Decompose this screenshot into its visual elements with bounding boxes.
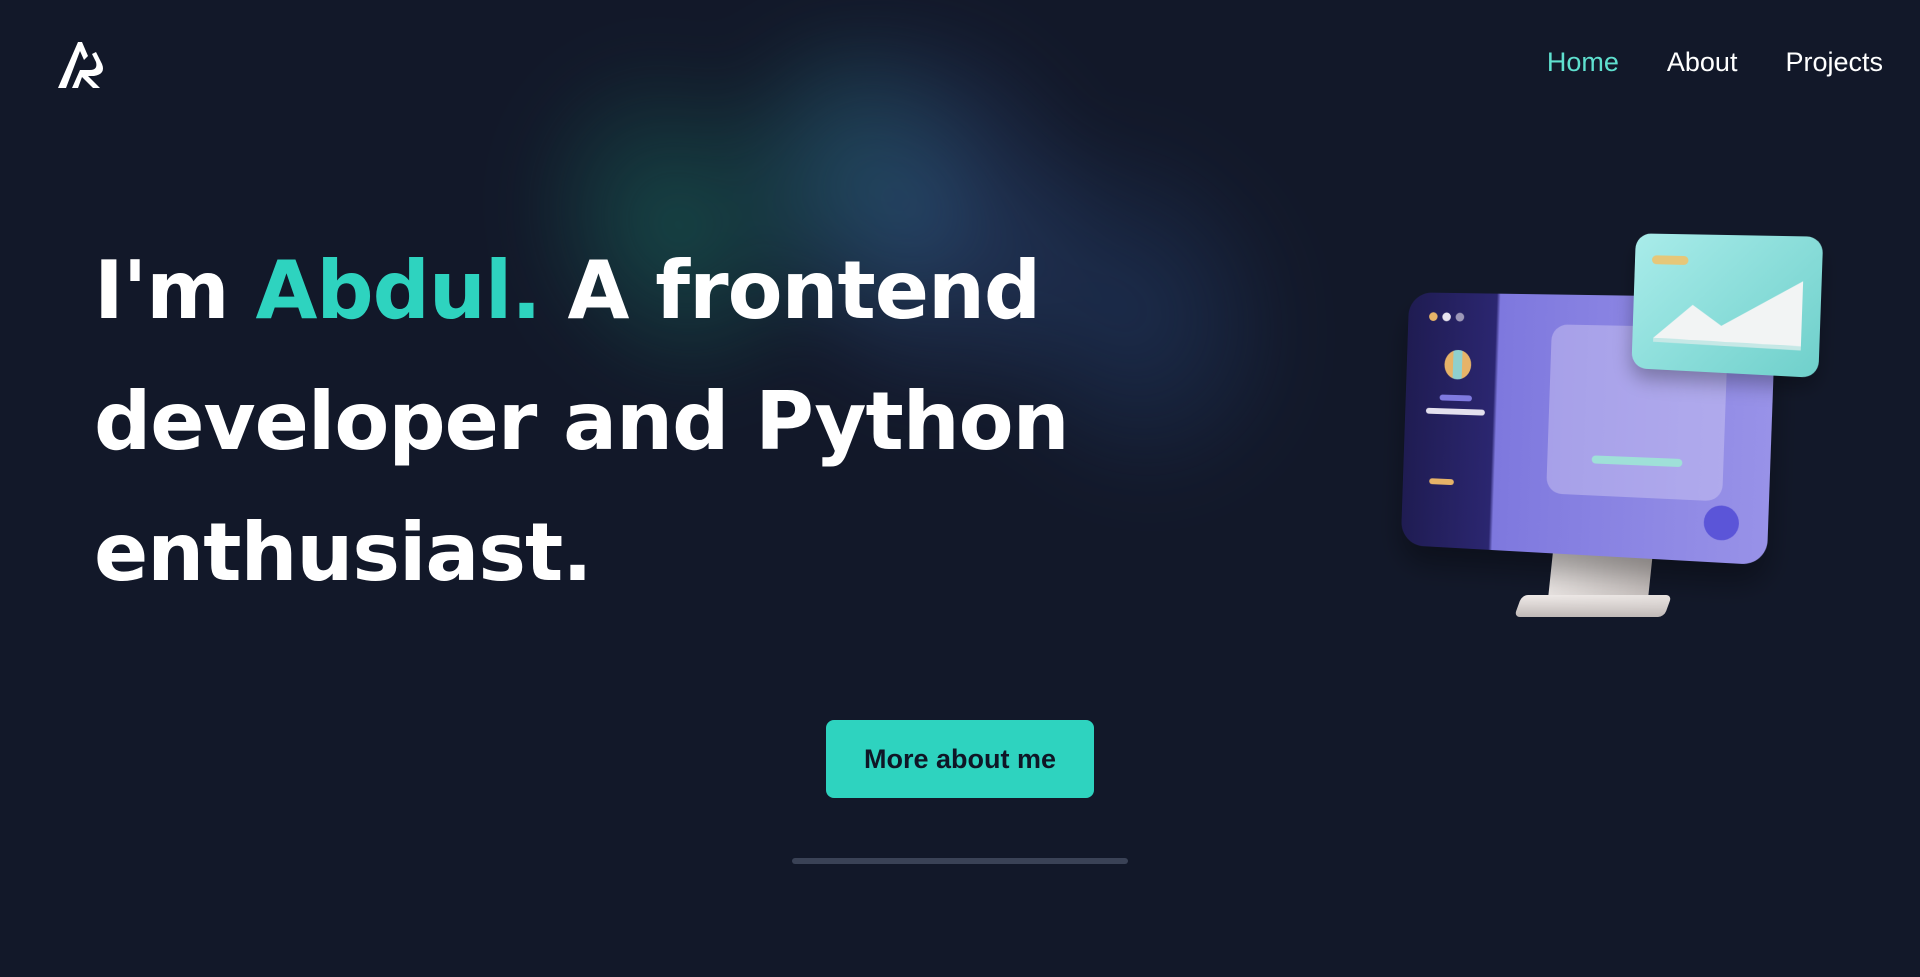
mountain-icon: [1653, 276, 1804, 351]
sidebar-bar: [1425, 407, 1485, 416]
hero-name: Abdul.: [255, 244, 541, 337]
image-card-bar: [1651, 255, 1689, 266]
monitor-stand-base: [1513, 595, 1673, 617]
sidebar-bar: [1439, 394, 1473, 402]
nav-link-about[interactable]: About: [1667, 47, 1738, 78]
monitor-illustration: [1390, 225, 1830, 635]
hero-title: I'm Abdul. A frontend developer and Pyth…: [94, 225, 1094, 618]
card-bar: [1591, 455, 1683, 468]
navbar: Home About Projects: [0, 0, 1920, 130]
hero-line-rest: A frontend: [540, 244, 1042, 337]
screen-sidebar: [1401, 292, 1505, 550]
more-about-me-button[interactable]: More about me: [826, 720, 1094, 798]
sidebar-bar: [1429, 478, 1454, 486]
scroll-indicator: [792, 858, 1128, 864]
hero-line-3: enthusiast.: [94, 506, 593, 599]
avatar-icon: [1444, 349, 1472, 380]
page: Home About Projects I'm Abdul. A fronten…: [0, 0, 1920, 977]
screen-dot-icon: [1703, 504, 1740, 542]
nav-link-projects[interactable]: Projects: [1785, 47, 1883, 78]
nav-links: Home About Projects: [1547, 47, 1883, 78]
hero-prefix: I'm: [94, 244, 256, 337]
nav-link-home[interactable]: Home: [1547, 47, 1619, 78]
window-dot-icon: [1428, 312, 1438, 322]
image-card-icon: [1631, 233, 1824, 378]
logo-icon[interactable]: [54, 36, 112, 92]
window-dot-icon: [1455, 312, 1465, 322]
hero-line-2: developer and Python: [94, 375, 1070, 468]
window-dot-icon: [1442, 312, 1452, 322]
